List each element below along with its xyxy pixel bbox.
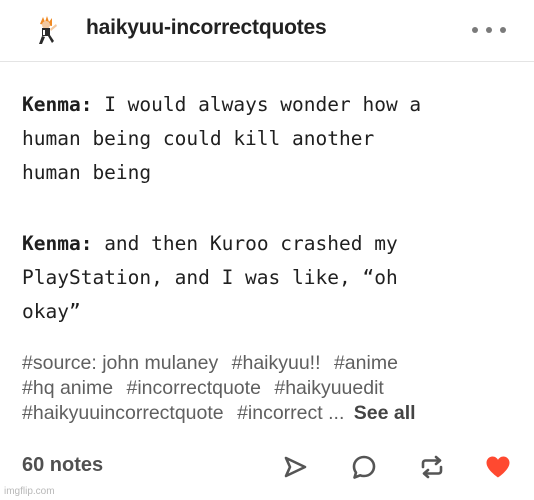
post-footer: 60 notes — [0, 446, 534, 486]
quote-block-1: Kenma: I would always wonder how a human… — [22, 88, 522, 190]
more-dot — [486, 27, 492, 33]
quote-text: I would always wonder how a — [92, 93, 422, 116]
imgflip-watermark: imgflip.com — [4, 486, 55, 497]
tag-link[interactable]: #haikyuuedit — [274, 377, 384, 399]
quote-line: PlayStation, and I was like, “oh — [22, 266, 398, 289]
tag-link[interactable]: #hq anime — [22, 377, 113, 399]
tag-link[interactable]: #anime — [334, 352, 398, 374]
quote-speaker: Kenma: — [22, 93, 93, 116]
quote-line: Kenma: and then Kuroo crashed my — [22, 227, 522, 261]
tag-link[interactable]: #source: john mulaney — [22, 352, 218, 374]
post-tags: #source: john mulaney #haikyuu!! #anime … — [22, 351, 522, 426]
more-dot — [472, 27, 478, 33]
tag-line: #haikyuuincorrectquote #incorrect ... Se… — [22, 401, 522, 426]
reblog-icon[interactable] — [418, 453, 446, 481]
tag-link[interactable]: #incorrectquote — [127, 377, 261, 399]
reply-icon[interactable] — [350, 453, 378, 481]
quote-block-2: Kenma: and then Kuroo crashed my PlaySta… — [22, 227, 522, 329]
blog-name-link[interactable]: haikyuu-incorrectquotes — [86, 16, 327, 40]
quote-text: and then Kuroo crashed my — [92, 232, 398, 255]
more-options-icon[interactable] — [472, 20, 506, 40]
tag-link[interactable]: #haikyuu!! — [232, 352, 321, 374]
tag-line: #source: john mulaney #haikyuu!! #anime — [22, 351, 522, 376]
share-icon[interactable] — [281, 453, 309, 481]
tumblr-post: haikyuu-incorrectquotes Kenma: I would a… — [0, 0, 534, 500]
see-all-tags-button[interactable]: See all — [354, 402, 416, 424]
tag-link[interactable]: #haikyuuincorrectquote — [22, 402, 224, 424]
post-header: haikyuu-incorrectquotes — [0, 0, 534, 62]
quote-line: Kenma: I would always wonder how a — [22, 88, 522, 122]
notes-count[interactable]: 60 notes — [22, 454, 103, 477]
tag-link[interactable]: #incorrect — [237, 402, 323, 424]
tags-ellipsis: ... — [328, 402, 345, 424]
quote-line: okay” — [22, 300, 81, 323]
quote-line: human being could kill another — [22, 127, 375, 150]
quote-line: human being — [22, 161, 152, 184]
blog-avatar-icon[interactable] — [34, 14, 58, 46]
more-dot — [500, 27, 506, 33]
tag-line: #hq anime #incorrectquote #haikyuuedit — [22, 376, 522, 401]
quote-speaker: Kenma: — [22, 232, 93, 255]
like-heart-icon[interactable] — [484, 453, 512, 481]
